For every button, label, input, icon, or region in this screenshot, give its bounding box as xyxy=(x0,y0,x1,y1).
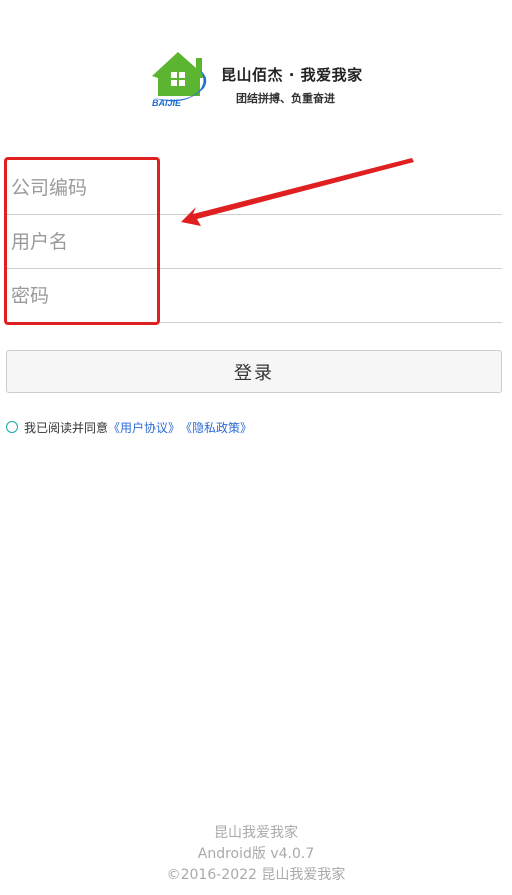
logo-slogan: 团结拼搏、负重奋进 xyxy=(236,92,335,105)
privacy-policy-link[interactable]: 《隐私政策》 xyxy=(180,419,252,436)
user-agreement-link[interactable]: 《用户协议》 xyxy=(108,419,180,436)
house-logo-icon: BAIJIE xyxy=(152,52,207,108)
login-page: BAIJIE 昆山佰杰 · 我爱我家 团结拼搏、负重奋进 登录 我已阅读并同意 … xyxy=(0,0,512,895)
annotation-arrow-icon xyxy=(181,158,414,226)
login-button[interactable]: 登录 xyxy=(6,350,502,393)
footer-app-name: 昆山我爱我家 xyxy=(214,825,298,841)
agreement-prefix: 我已阅读并同意 xyxy=(24,420,109,435)
footer-copyright: ©2016-2022 昆山我爱我家 xyxy=(166,867,346,883)
agreement-row: 我已阅读并同意 《用户协议》 《隐私政策》 xyxy=(6,418,252,436)
app-logo: BAIJIE 昆山佰杰 · 我爱我家 团结拼搏、负重奋进 xyxy=(148,48,368,110)
agreement-radio[interactable] xyxy=(6,421,18,433)
annotation-highlight-box xyxy=(4,157,160,325)
logo-brand-text: BAIJIE xyxy=(152,98,182,108)
logo-title: 昆山佰杰 · 我爱我家 xyxy=(221,66,363,84)
footer-version: Android版 v4.0.7 xyxy=(197,846,315,862)
